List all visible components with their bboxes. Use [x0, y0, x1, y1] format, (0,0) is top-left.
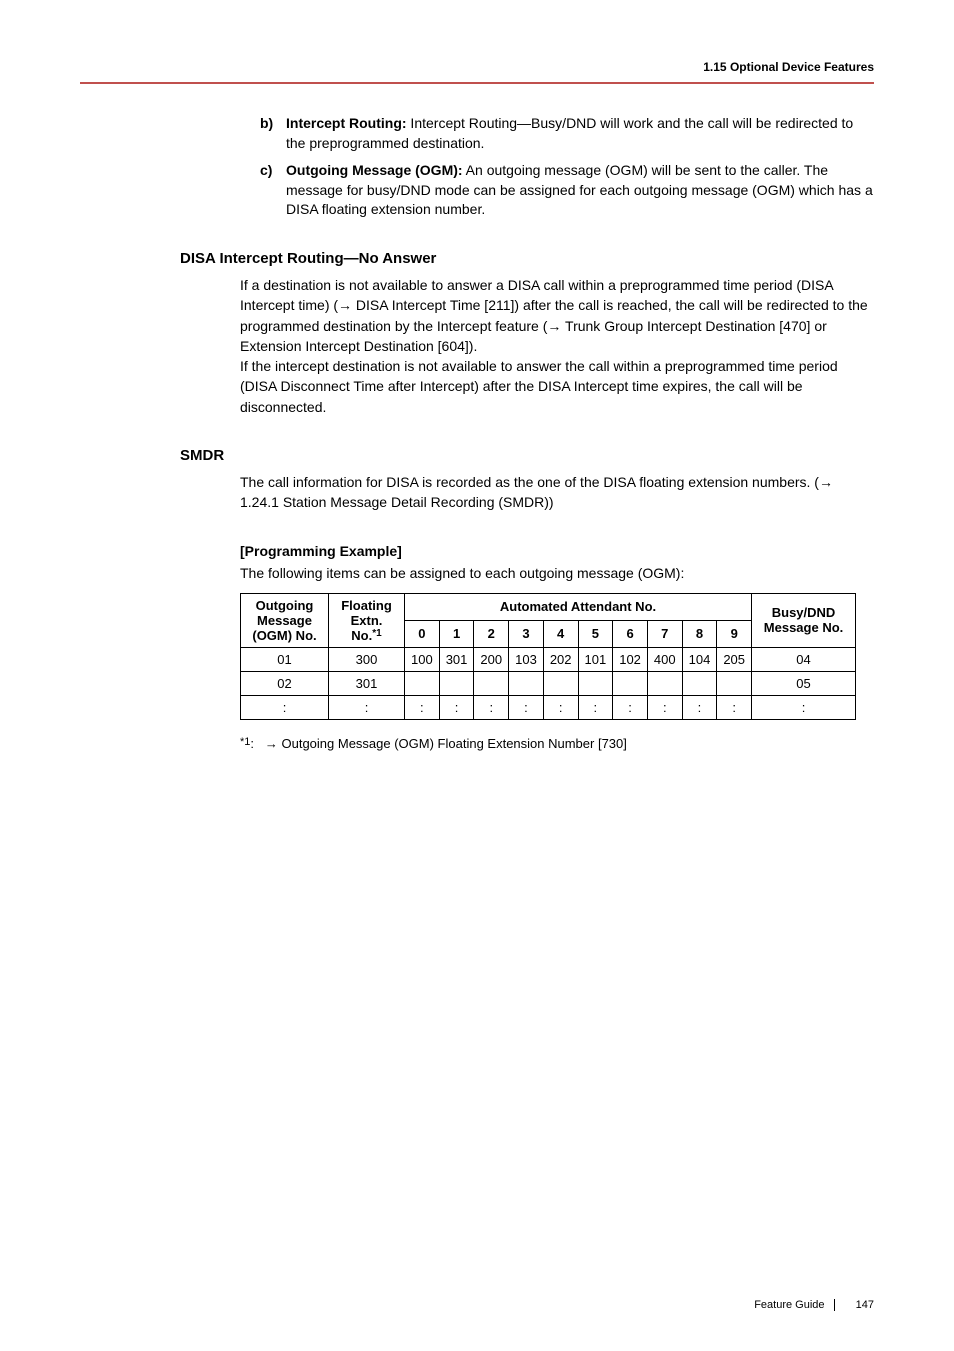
- td-aa: 301: [439, 647, 474, 671]
- list-block: b) Intercept Routing: Intercept Routing—…: [260, 114, 874, 220]
- footnote-colon: :: [250, 736, 254, 751]
- td-aa: 100: [405, 647, 440, 671]
- arrow-icon: →: [338, 295, 352, 315]
- th-aa-5: 5: [578, 620, 613, 647]
- footer-page: 147: [856, 1299, 874, 1311]
- th-aa-1: 1: [439, 620, 474, 647]
- th-aa-8: 8: [682, 620, 717, 647]
- td-aa: 400: [647, 647, 682, 671]
- table-row: : : : : : : : : : : : : :: [241, 695, 856, 719]
- td-ext: :: [329, 695, 405, 719]
- td-ogm: 01: [241, 647, 329, 671]
- footer-sep: [834, 1299, 835, 1311]
- th-ext-no: Floating Extn. No.*1: [329, 593, 405, 647]
- td-bd: :: [752, 695, 856, 719]
- list-item-b: b) Intercept Routing: Intercept Routing—…: [260, 114, 874, 153]
- arrow-icon: →: [819, 472, 833, 492]
- list-marker-b: b): [260, 114, 286, 153]
- footnote: *1: → Outgoing Message (OGM) Floating Ex…: [240, 736, 874, 751]
- td-aa: 103: [509, 647, 544, 671]
- td-aa: :: [647, 695, 682, 719]
- th-aa-9: 9: [717, 620, 752, 647]
- th-aa-7: 7: [647, 620, 682, 647]
- th-ext-star: *1: [372, 628, 381, 639]
- body-intercept: If a destination is not available to ans…: [240, 275, 874, 417]
- table-row: 01 300 100 301 200 103 202 101 102 400 1…: [241, 647, 856, 671]
- td-aa: :: [578, 695, 613, 719]
- td-aa: :: [474, 695, 509, 719]
- list-item-c: c) Outgoing Message (OGM): An outgoing m…: [260, 161, 874, 220]
- smdr-t2: 1.24.1 Station Message Detail Recording …: [240, 494, 554, 510]
- td-aa: :: [717, 695, 752, 719]
- th-aa-6: 6: [613, 620, 648, 647]
- table-row: 02 301 05: [241, 671, 856, 695]
- prog-title: [Programming Example]: [240, 543, 874, 559]
- programming-example: [Programming Example] The following item…: [240, 543, 874, 581]
- footnote-text: Outgoing Message (OGM) Floating Extensio…: [278, 736, 627, 751]
- th-aa-2: 2: [474, 620, 509, 647]
- td-aa: :: [682, 695, 717, 719]
- td-aa: :: [543, 695, 578, 719]
- smdr-t1: The call information for DISA is recorde…: [240, 474, 819, 490]
- th-aa-3: 3: [509, 620, 544, 647]
- footnote-star: *1: [240, 736, 250, 748]
- arrow-icon: →: [265, 736, 278, 751]
- th-ext-no-text: Floating Extn. No.: [341, 598, 392, 643]
- th-aa-0: 0: [405, 620, 440, 647]
- td-ext: 300: [329, 647, 405, 671]
- list-label-b: Intercept Routing:: [286, 115, 407, 131]
- td-aa: [543, 671, 578, 695]
- page-footer: Feature Guide 147: [754, 1299, 874, 1311]
- footer-label: Feature Guide: [754, 1299, 824, 1311]
- list-text-c: Outgoing Message (OGM): An outgoing mess…: [286, 161, 874, 220]
- td-aa: 202: [543, 647, 578, 671]
- prog-sub: The following items can be assigned to e…: [240, 565, 874, 581]
- td-aa: [439, 671, 474, 695]
- td-aa: 104: [682, 647, 717, 671]
- td-bd: 05: [752, 671, 856, 695]
- list-label-c: Outgoing Message (OGM):: [286, 162, 463, 178]
- td-ogm: :: [241, 695, 329, 719]
- th-aa: Automated Attendant No.: [405, 593, 752, 620]
- th-bd: Busy/DND Message No.: [752, 593, 856, 647]
- td-ogm: 02: [241, 671, 329, 695]
- td-aa: 200: [474, 647, 509, 671]
- td-aa: :: [613, 695, 648, 719]
- header-divider: [80, 82, 874, 84]
- body-smdr: The call information for DISA is recorde…: [240, 472, 874, 513]
- td-aa: [474, 671, 509, 695]
- td-aa: [682, 671, 717, 695]
- td-aa: [717, 671, 752, 695]
- td-aa: [647, 671, 682, 695]
- heading-intercept: DISA Intercept Routing—No Answer: [180, 250, 874, 267]
- list-marker-c: c): [260, 161, 286, 220]
- td-aa: :: [509, 695, 544, 719]
- th-aa-4: 4: [543, 620, 578, 647]
- td-aa: :: [439, 695, 474, 719]
- td-aa: [509, 671, 544, 695]
- td-aa: 102: [613, 647, 648, 671]
- arrow-icon: →: [547, 316, 561, 336]
- th-ogm-no: Outgoing Message (OGM) No.: [241, 593, 329, 647]
- list-text-b: Intercept Routing: Intercept Routing—Bus…: [286, 114, 874, 153]
- td-ext: 301: [329, 671, 405, 695]
- td-aa: 205: [717, 647, 752, 671]
- td-aa: :: [405, 695, 440, 719]
- td-aa: 101: [578, 647, 613, 671]
- td-aa: [405, 671, 440, 695]
- td-aa: [578, 671, 613, 695]
- ogm-table: Outgoing Message (OGM) No. Floating Extn…: [240, 593, 856, 720]
- heading-smdr: SMDR: [180, 447, 874, 464]
- td-aa: [613, 671, 648, 695]
- section-header: 1.15 Optional Device Features: [80, 60, 874, 74]
- td-bd: 04: [752, 647, 856, 671]
- intercept-t4: If the intercept destination is not avai…: [240, 358, 838, 415]
